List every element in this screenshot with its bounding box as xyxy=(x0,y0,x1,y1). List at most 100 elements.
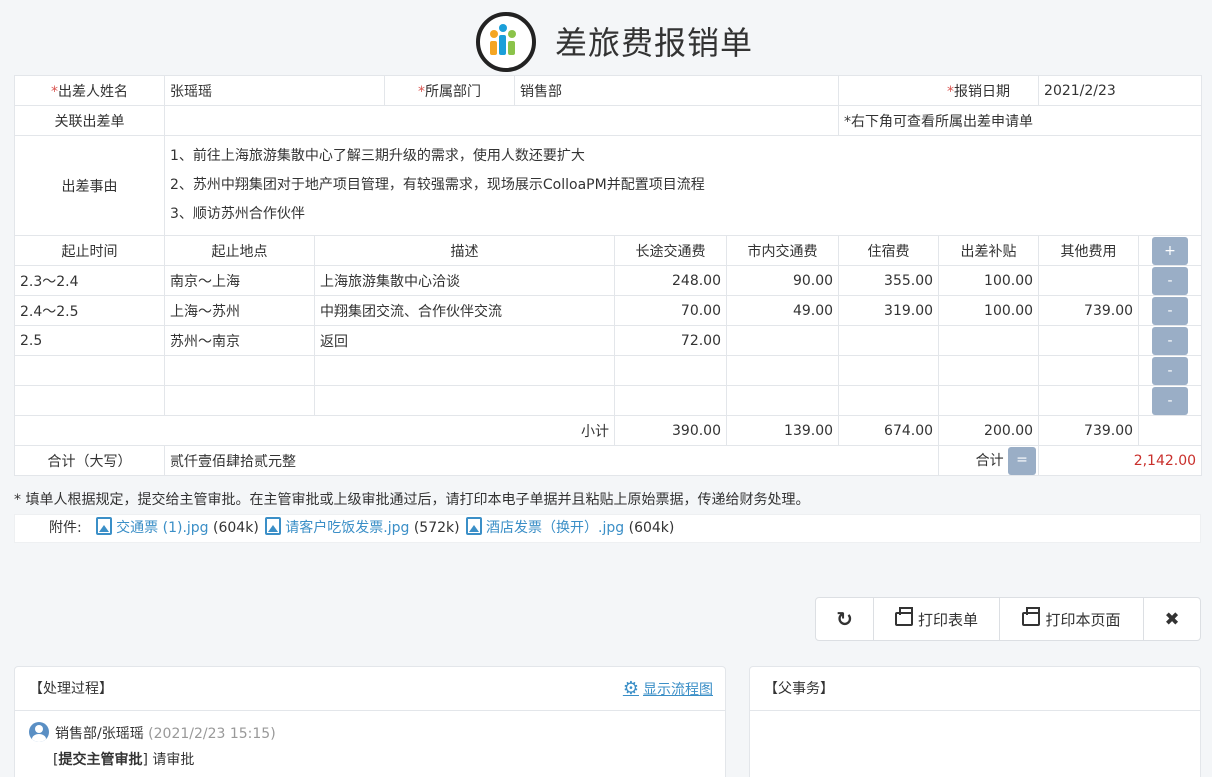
form-header: 差旅费报销单 xyxy=(0,0,1212,75)
subtotal-label: 小计 xyxy=(14,415,615,446)
entry-user: 销售部/张瑶瑶 xyxy=(55,726,144,742)
cell-desc[interactable]: 返回 xyxy=(314,325,615,356)
table-row: 2.4～2.5 上海～苏州 中翔集团交流、合作伙伴交流 70.00 49.00 … xyxy=(14,295,1203,326)
traveler-value[interactable]: 张瑶瑶 xyxy=(164,75,385,106)
table-row: 2.5 苏州～南京 返回 72.00 - xyxy=(14,325,1203,356)
cell-citytrans[interactable] xyxy=(725,355,840,386)
cell-other[interactable] xyxy=(1038,265,1140,296)
user-avatar-icon xyxy=(29,722,49,742)
show-flowchart-link[interactable]: ⚙ 显示流程图 xyxy=(623,667,713,712)
cell-allowance[interactable]: 100.00 xyxy=(938,265,1040,296)
related-hint: *右下角可查看所属出差申请单 xyxy=(838,105,1203,136)
date-value[interactable]: 2021/2/23 xyxy=(1038,75,1203,106)
parent-affair-title: 【父事务】 xyxy=(764,681,834,697)
cell-other[interactable] xyxy=(1038,325,1140,356)
cell-period[interactable] xyxy=(14,385,165,416)
related-label: 关联出差单 xyxy=(14,105,165,136)
process-panel-header: 【处理过程】 ⚙ 显示流程图 xyxy=(15,667,725,711)
app-logo xyxy=(476,12,536,72)
cell-allowance[interactable]: 100.00 xyxy=(938,295,1040,326)
attachment-size: (604k) xyxy=(213,520,259,536)
dept-value[interactable]: 销售部 xyxy=(513,75,840,106)
cell-longtrip[interactable]: 70.00 xyxy=(614,295,727,326)
close-button[interactable]: ✖ xyxy=(1144,598,1200,640)
calculate-total-button[interactable]: = xyxy=(1008,446,1037,475)
process-entry: 销售部/张瑶瑶 (2021/2/23 15:15) [提交主管审批] 请审批 xyxy=(15,711,725,777)
print-page-button[interactable]: 打印本页面 xyxy=(1000,598,1144,640)
reason-line: 1、前往上海旅游集散中心了解三期升级的需求，使用人数还要扩大 xyxy=(170,148,585,164)
related-value[interactable] xyxy=(163,105,840,136)
attachment-link[interactable]: 交通票 (1).jpg xyxy=(116,520,208,536)
col-header: 描述 xyxy=(314,235,615,266)
cell-longtrip[interactable] xyxy=(614,385,727,416)
cell-longtrip[interactable] xyxy=(614,355,727,386)
cell-allowance[interactable] xyxy=(938,355,1040,386)
attachment-size: (604k) xyxy=(628,520,675,536)
col-header: 住宿费 xyxy=(838,235,940,266)
cell-citytrans[interactable] xyxy=(725,325,840,356)
cell-hotel[interactable]: 319.00 xyxy=(838,295,940,326)
cell-place[interactable]: 上海～苏州 xyxy=(164,295,315,326)
cell-longtrip[interactable]: 248.00 xyxy=(614,265,727,296)
reason-value[interactable]: 1、前往上海旅游集散中心了解三期升级的需求，使用人数还要扩大 2、苏州中翔集团对… xyxy=(163,135,1203,236)
cell-other[interactable] xyxy=(1038,355,1140,386)
cell-citytrans[interactable]: 90.00 xyxy=(725,265,840,296)
cell-place[interactable] xyxy=(164,385,315,416)
cell-hotel[interactable] xyxy=(838,355,940,386)
col-header: 出差补贴 xyxy=(938,235,1040,266)
cell-citytrans[interactable] xyxy=(725,385,840,416)
cell-hotel[interactable] xyxy=(838,325,940,356)
cell-citytrans[interactable]: 49.00 xyxy=(725,295,840,326)
process-panel: 【处理过程】 ⚙ 显示流程图 销售部/张瑶瑶 (2021/2/23 15:15) … xyxy=(14,666,726,777)
col-header: 起止地点 xyxy=(164,235,315,266)
cell-desc[interactable] xyxy=(314,355,615,386)
attachment-link[interactable]: 请客户吃饭发票.jpg xyxy=(285,520,409,536)
total-caps-label: 合计（大写） xyxy=(14,445,165,476)
gear-icon: ⚙ xyxy=(622,678,639,699)
cell-period[interactable]: 2.5 xyxy=(14,325,165,356)
reason-line: 3、顺访苏州合作伙伴 xyxy=(170,206,305,222)
expense-form-table: *出差人姓名 张瑶瑶 *所属部门 销售部 *报销日期 2021/2/23 关联出… xyxy=(14,75,1203,476)
cell-hotel[interactable] xyxy=(838,385,940,416)
cell-place[interactable] xyxy=(164,355,315,386)
col-header: 市内交通费 xyxy=(725,235,840,266)
remove-row-button[interactable]: - xyxy=(1152,356,1189,385)
attachments-bar: 附件: 交通票 (1).jpg (604k) 请客户吃饭发票.jpg (572k… xyxy=(14,514,1201,543)
subtotal-other: 739.00 xyxy=(1038,415,1140,446)
parent-affair-header: 【父事务】 xyxy=(750,667,1200,711)
close-icon: ✖ xyxy=(1164,608,1180,630)
cell-other[interactable] xyxy=(1038,385,1140,416)
print-form-button[interactable]: 打印表单 xyxy=(874,598,1000,640)
attachment-link[interactable]: 酒店发票（换开）.jpg xyxy=(486,520,624,536)
submission-note: * 填单人根据规定，提交给主管审批。在主管审批或上级审批通过后，请打印本电子单据… xyxy=(14,492,810,508)
remove-row-button[interactable]: - xyxy=(1152,296,1189,325)
cell-period[interactable]: 2.3～2.4 xyxy=(14,265,165,296)
remove-row-button[interactable]: - xyxy=(1152,326,1189,355)
subtotal-citytrans: 139.00 xyxy=(725,415,840,446)
cell-desc[interactable]: 上海旅游集散中心洽谈 xyxy=(314,265,615,296)
cell-place[interactable]: 苏州～南京 xyxy=(164,325,315,356)
cell-longtrip[interactable]: 72.00 xyxy=(614,325,727,356)
cell-place[interactable]: 南京～上海 xyxy=(164,265,315,296)
refresh-button[interactable]: ↻ xyxy=(816,598,874,640)
cell-desc[interactable]: 中翔集团交流、合作伙伴交流 xyxy=(314,295,615,326)
cell-allowance[interactable] xyxy=(938,385,1040,416)
add-row-button[interactable]: + xyxy=(1152,236,1189,265)
cell-other[interactable]: 739.00 xyxy=(1038,295,1140,326)
entry-comment: 请审批 xyxy=(152,752,195,768)
cell-hotel[interactable]: 355.00 xyxy=(838,265,940,296)
page-title: 差旅费报销单 xyxy=(555,24,754,62)
cell-period[interactable]: 2.4～2.5 xyxy=(14,295,165,326)
subtotal-allowance: 200.00 xyxy=(938,415,1040,446)
printer-icon xyxy=(1022,607,1041,626)
cell-allowance[interactable] xyxy=(938,325,1040,356)
cell-period[interactable] xyxy=(14,355,165,386)
remove-row-button[interactable]: - xyxy=(1152,386,1189,415)
parent-affair-panel: 【父事务】 xyxy=(749,666,1201,777)
remove-row-button[interactable]: - xyxy=(1152,266,1189,295)
expense-header-row: 起止时间 起止地点 描述 长途交通费 市内交通费 住宿费 出差补贴 其他费用 + xyxy=(14,235,1203,266)
reason-line: 2、苏州中翔集团对于地产项目管理，有较强需求，现场展示ColloaPM并配置项目… xyxy=(170,177,705,193)
cell-desc[interactable] xyxy=(314,385,615,416)
total-label-cell: 合计 = xyxy=(938,445,1040,476)
total-caps-value: 贰仟壹佰肆拾贰元整 xyxy=(163,445,940,476)
